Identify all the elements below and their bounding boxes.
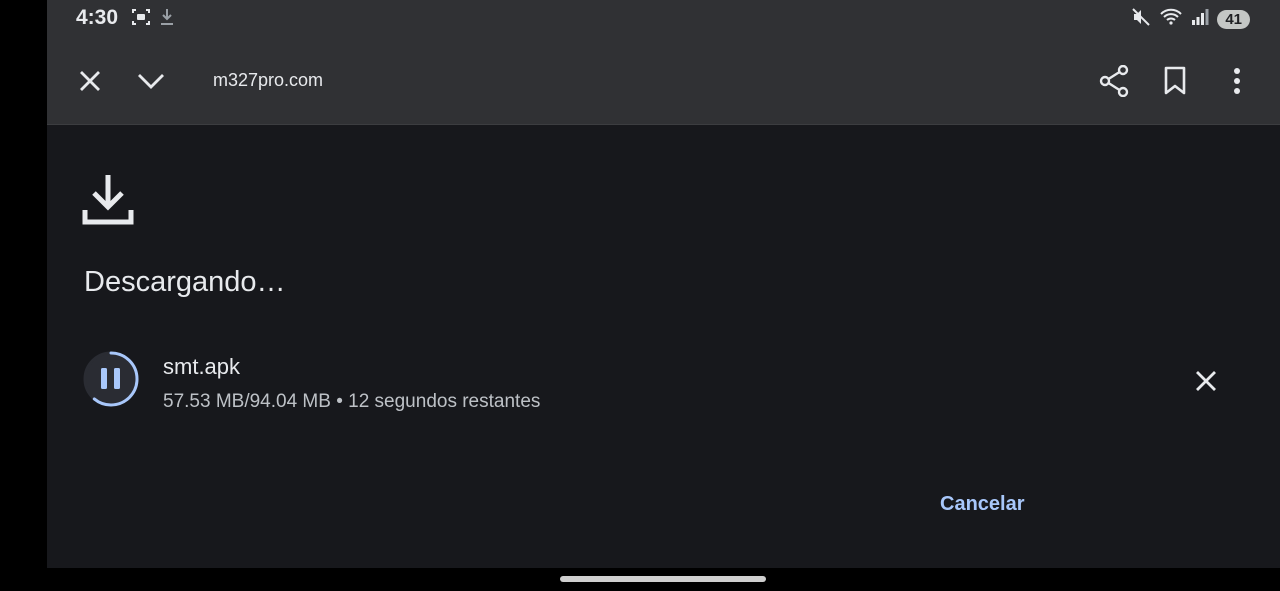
- cancel-button[interactable]: Cancelar: [940, 493, 1025, 516]
- close-icon: [1196, 371, 1216, 391]
- screenshot-icon: [131, 7, 151, 32]
- pause-download-button[interactable]: [82, 350, 140, 408]
- download-title: Descargando…: [84, 266, 286, 298]
- status-icons-right: 41: [1131, 7, 1250, 32]
- browser-screen: 4:30 41 m327pro.com Descargando… smt.apk…: [47, 0, 1280, 568]
- close-icon: [80, 71, 100, 91]
- download-progress-text: 57.53 MB/94.04 MB • 12 segundos restante…: [163, 391, 541, 412]
- signal-icon: [1191, 8, 1209, 31]
- more-options-button[interactable]: [1223, 64, 1251, 98]
- download-status-icon: [159, 7, 175, 32]
- battery-indicator: 41: [1217, 10, 1250, 29]
- page-url[interactable]: m327pro.com: [213, 70, 323, 91]
- mute-icon: [1131, 7, 1151, 32]
- more-vert-icon: [1234, 68, 1240, 94]
- remove-download-button[interactable]: [1191, 366, 1221, 396]
- wifi-icon: [1159, 7, 1183, 32]
- status-icons-left: [131, 7, 175, 32]
- chevron-down-icon: [138, 74, 164, 89]
- download-icon: [82, 172, 134, 231]
- status-time: 4:30: [76, 6, 119, 29]
- close-tab-button[interactable]: [75, 66, 105, 96]
- share-button[interactable]: [1097, 64, 1131, 98]
- top-bar: 4:30 41 m327pro.com: [47, 0, 1280, 125]
- bookmark-button[interactable]: [1160, 64, 1190, 98]
- home-indicator[interactable]: [560, 576, 766, 582]
- bookmark-icon: [1164, 66, 1186, 95]
- file-name: smt.apk: [163, 354, 241, 379]
- share-icon: [1099, 65, 1129, 97]
- minimize-button[interactable]: [135, 66, 167, 96]
